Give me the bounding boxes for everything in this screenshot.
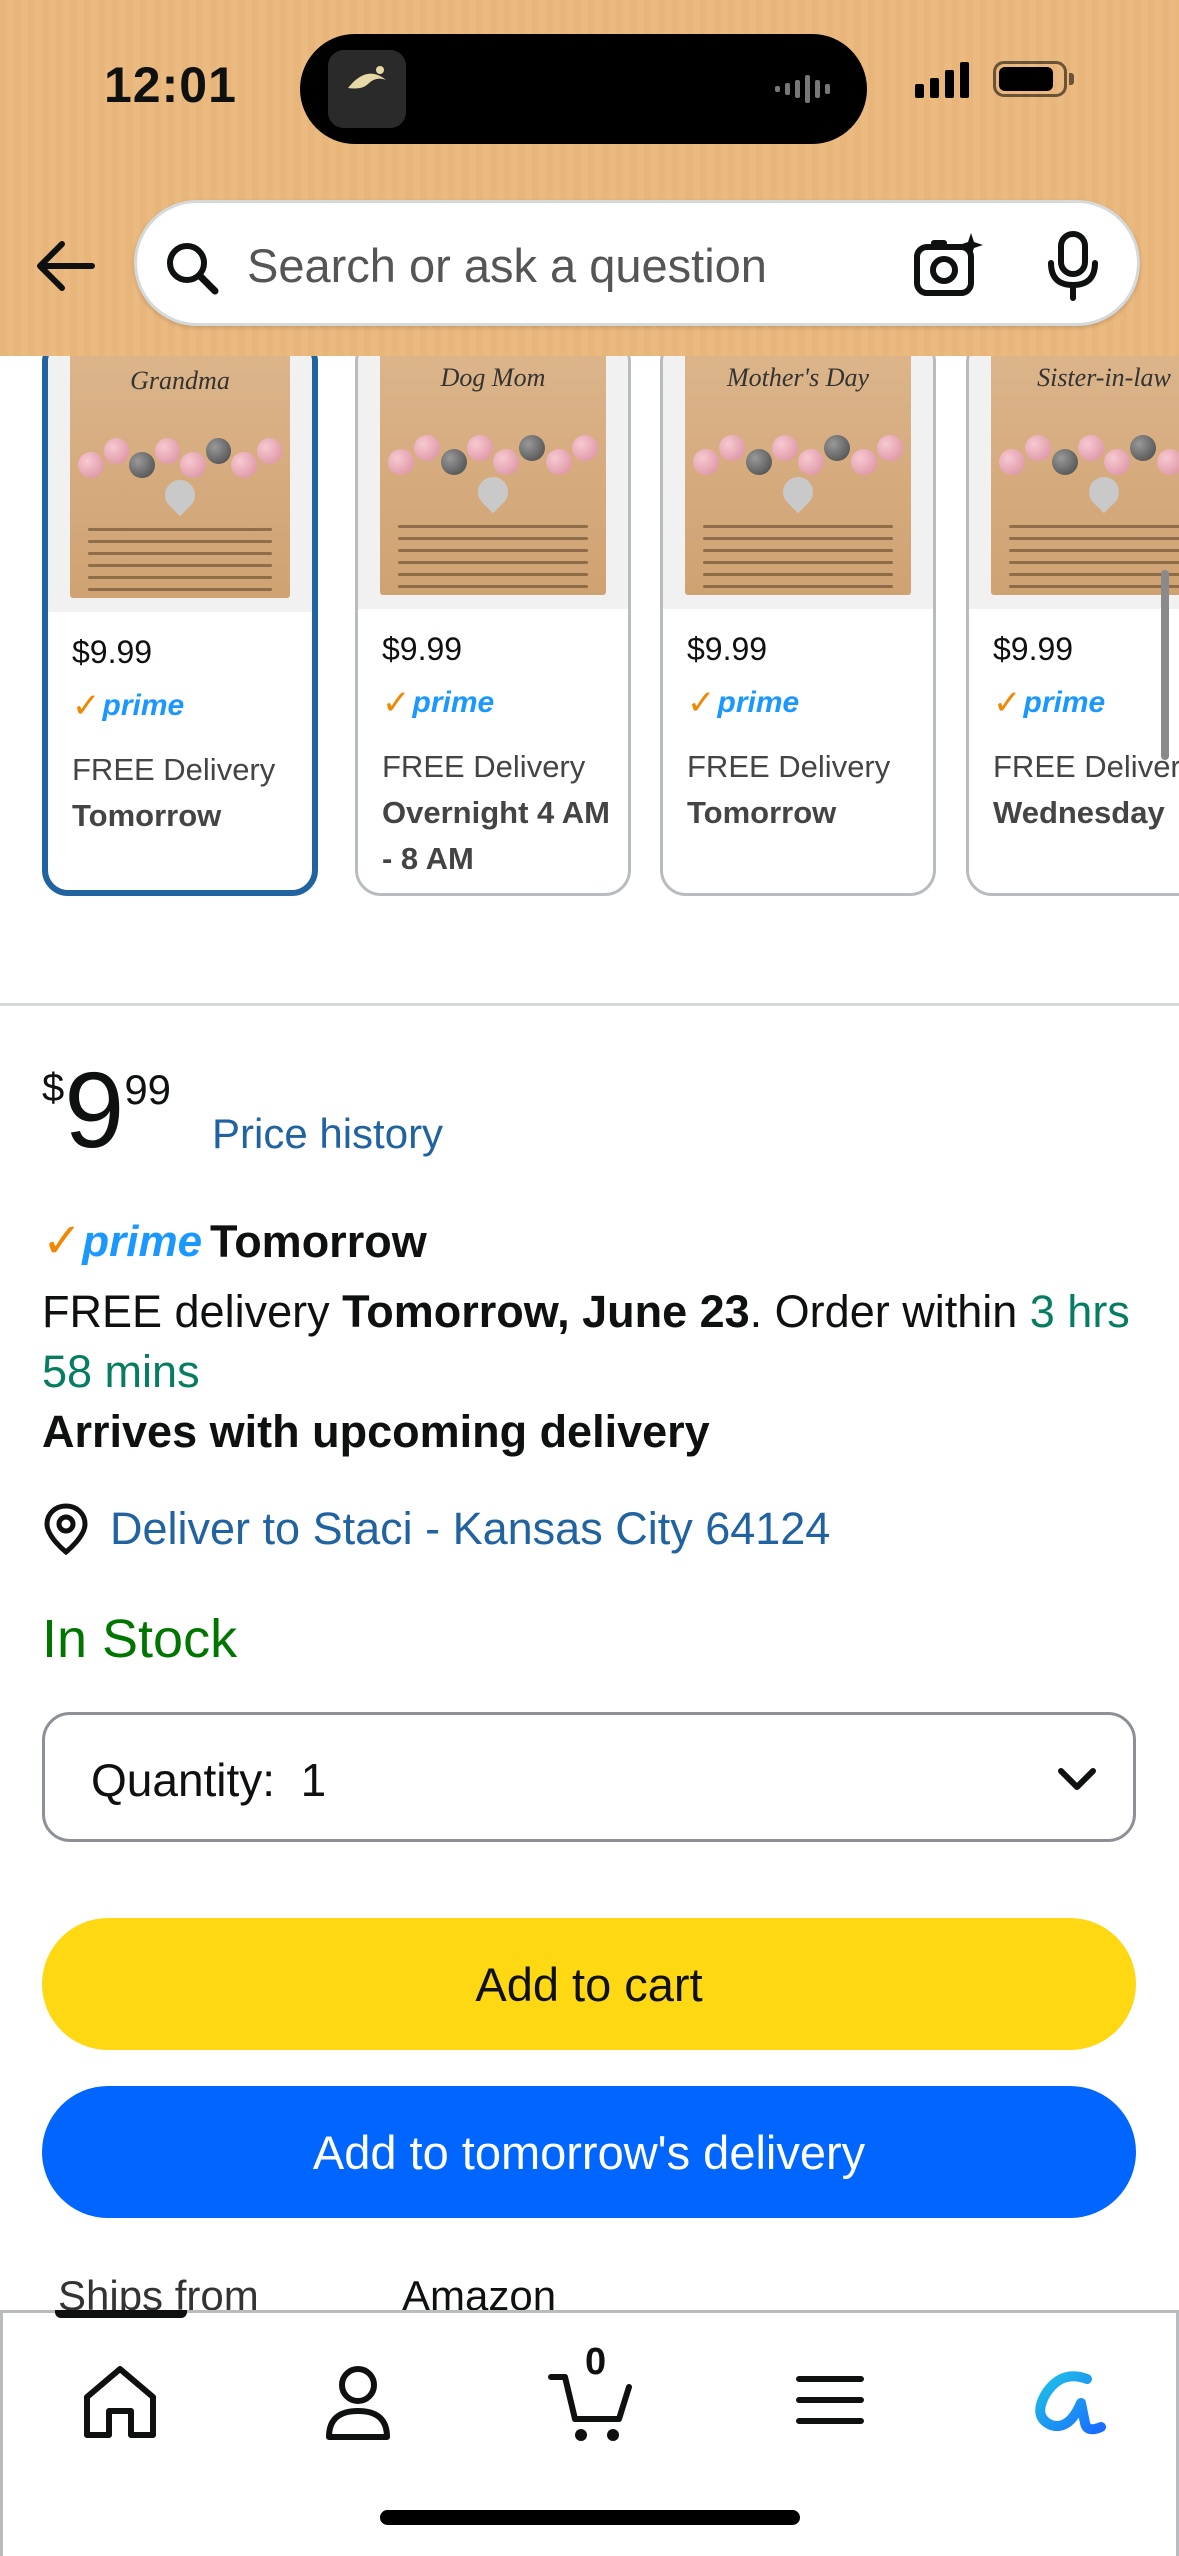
account-icon[interactable] (313, 2355, 403, 2445)
menu-icon[interactable] (785, 2355, 875, 2445)
product-price: $ 9 99 (42, 1049, 172, 1170)
variant-card-dog-mom[interactable]: Dog Mom $9.99 ✓ prime FREE Delivery Overn… (355, 356, 631, 896)
delivery-message: FREE delivery Tomorrow, June 23. Order w… (42, 1286, 1130, 1397)
quantity-value: 1 (300, 1754, 327, 1806)
variant-delivery: FREE Delivery (382, 749, 586, 784)
prime-check-icon: ✓ (993, 684, 1022, 722)
fantasy-fangirls-app-icon (328, 50, 406, 128)
prime-badge: ✓ prime (993, 684, 1106, 722)
variant-delivery-day: Tomorrow (687, 795, 837, 830)
prime-check-icon: ✓ (72, 687, 101, 725)
app-header: 12:01 (0, 0, 1179, 356)
section-divider (0, 1003, 1179, 1006)
variant-price: $9.99 (687, 631, 768, 667)
variant-title: Grandma (130, 366, 230, 395)
variant-delivery-day: Overnight 4 AM - 8 AM (382, 795, 610, 876)
status-time: 12:01 (104, 57, 237, 113)
variant-card-grandma[interactable]: Grandma $9.99 ✓ prime FREE Delivery Tomor… (42, 356, 318, 896)
active-tab-indicator (55, 2310, 187, 2318)
variant-price: $9.99 (72, 634, 153, 670)
stock-status: In Stock (42, 1609, 238, 1669)
prime-badge: ✓ prime (72, 687, 185, 725)
prime-badge: ✓ prime (382, 684, 495, 722)
prime-check-icon: ✓ (687, 684, 716, 722)
variant-price: $9.99 (382, 631, 463, 667)
product-thumbnail: Mother's Day (663, 356, 933, 609)
camera-search-icon[interactable] (913, 231, 983, 301)
variant-delivery: FREE Delivery (72, 752, 276, 787)
search-input[interactable] (247, 227, 927, 303)
deliver-to-link[interactable]: Deliver to Staci - Kansas City 64124 (42, 1502, 830, 1556)
variant-card-sister-in-law[interactable]: Sister-in-law $9.99 ✓ prime FREE Delivery… (966, 356, 1179, 896)
add-to-cart-button[interactable]: Add to cart (42, 1918, 1136, 2050)
cart-count: 0 (585, 2341, 607, 2383)
status-indicators (915, 60, 1074, 98)
add-to-tomorrows-delivery-button[interactable]: Add to tomorrow's delivery (42, 2086, 1136, 2218)
prime-delivery-badge: ✓ prime Tomorrow (42, 1215, 427, 1268)
home-indicator[interactable] (380, 2510, 800, 2525)
variant-price: $9.99 (993, 631, 1074, 667)
variant-delivery: FREE Delivery (687, 749, 891, 784)
variant-title: Mother's Day (726, 363, 870, 392)
quantity-dropdown[interactable]: Quantity: 1 (42, 1712, 1136, 1842)
battery-icon (993, 61, 1074, 97)
quantity-label: Quantity: (91, 1754, 276, 1806)
product-thumbnail: Sister-in-law (969, 356, 1179, 609)
prime-check-icon: ✓ (42, 1215, 83, 1268)
search-icon (167, 243, 219, 295)
cellular-signal-icon (915, 60, 969, 98)
rufus-icon[interactable] (1021, 2355, 1111, 2445)
location-pin-icon (44, 1503, 88, 1556)
back-arrow-icon[interactable] (32, 232, 100, 300)
dynamic-island (300, 34, 867, 144)
cart-button[interactable]: 0 (547, 2341, 637, 2445)
variant-title: Dog Mom (440, 363, 546, 392)
variant-title: Sister-in-law (1037, 363, 1171, 392)
home-icon[interactable] (75, 2355, 165, 2445)
chevron-down-icon (1058, 1768, 1096, 1790)
variant-delivery-day: Wednesday (993, 795, 1165, 830)
arrives-with-upcoming: Arrives with upcoming delivery (42, 1406, 710, 1457)
prime-check-icon: ✓ (382, 684, 411, 722)
price-history-link[interactable]: Price history (212, 1110, 443, 1158)
variant-delivery-day: Tomorrow (72, 798, 222, 833)
variant-card-mothers-day[interactable]: Mother's Day $9.99 ✓ prime FREE Delivery … (660, 356, 936, 896)
audio-wave-icon (775, 75, 830, 103)
search-bar[interactable] (134, 200, 1140, 326)
scroll-indicator[interactable] (1161, 570, 1169, 760)
product-thumbnail: Dog Mom (358, 356, 628, 609)
variant-delivery: FREE Delivery (993, 749, 1179, 784)
microphone-icon[interactable] (1043, 231, 1103, 301)
variant-carousel[interactable]: Grandma $9.99 ✓ prime FREE Delivery Tomor… (0, 356, 1179, 916)
product-thumbnail: Grandma (48, 356, 312, 612)
prime-badge: ✓ prime (687, 684, 800, 722)
